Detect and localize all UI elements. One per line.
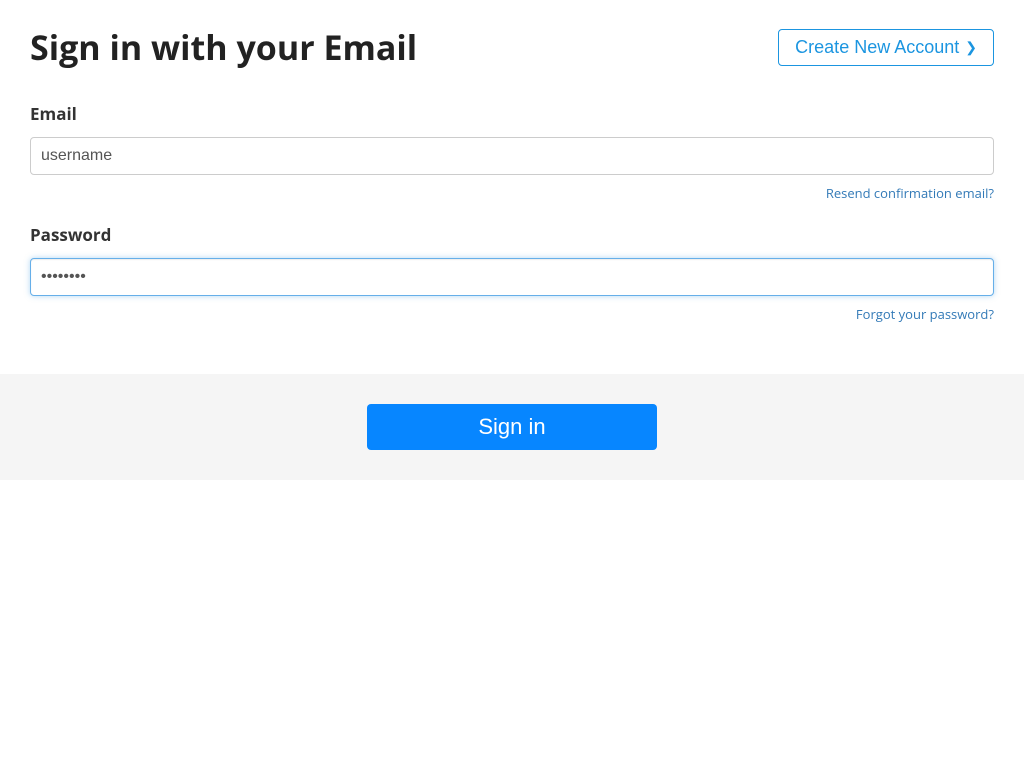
signin-button[interactable]: Sign in: [367, 404, 657, 450]
page-title: Sign in with your Email: [30, 24, 417, 70]
resend-confirmation-link[interactable]: Resend confirmation email?: [826, 184, 994, 202]
email-label: Email: [30, 102, 994, 125]
password-label: Password: [30, 223, 994, 246]
chevron-right-icon: ❯: [965, 39, 977, 56]
forgot-link-row: Forgot your password?: [30, 302, 994, 324]
password-input[interactable]: [30, 258, 994, 296]
signin-page: Sign in with your Email Create New Accou…: [0, 0, 1024, 480]
header-row: Sign in with your Email Create New Accou…: [30, 24, 994, 70]
password-field-group: Password Forgot your password?: [30, 223, 994, 324]
forgot-password-link[interactable]: Forgot your password?: [856, 305, 994, 323]
email-field-group: Email Resend confirmation email?: [30, 102, 994, 203]
email-input[interactable]: [30, 137, 994, 175]
create-account-label: Create New Account: [795, 37, 959, 58]
form-section: Sign in with your Email Create New Accou…: [0, 0, 1024, 374]
resend-link-row: Resend confirmation email?: [30, 181, 994, 203]
footer-section: Sign in: [0, 374, 1024, 480]
create-account-button[interactable]: Create New Account ❯: [778, 29, 994, 66]
